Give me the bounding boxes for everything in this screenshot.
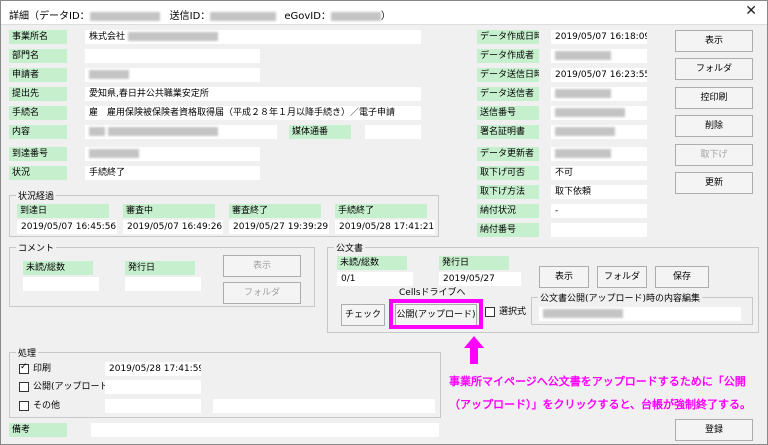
payment-no-field[interactable] [551,223,647,237]
destination-label: 提出先 [9,87,67,101]
publish-date-field[interactable] [105,380,201,394]
progress-step-value: 2019/05/07 16:49:26 [123,220,223,234]
applicant-label: 申請者 [9,68,67,82]
content-label: 内容 [9,125,67,139]
update-button[interactable]: 更新 [675,172,753,194]
updater-field[interactable] [551,147,647,161]
send-no-field[interactable] [551,106,647,120]
status-field[interactable]: 手続終了 [85,166,260,180]
publish-label: 公開(アップロード) [33,382,113,392]
medium-field[interactable] [365,125,421,139]
status-label: 状況 [9,166,67,180]
withdraw-method-label: 取下げ方法 [477,185,539,199]
show-button[interactable]: 表示 [675,30,753,52]
official-docs-title: 公文書 [334,241,366,254]
signer-cert-field[interactable] [551,125,647,139]
arrival-no-label: 到達番号 [9,147,67,161]
folder-button[interactable]: フォルダ [675,58,753,80]
procedure-label: 手続名 [9,106,67,120]
other-label: その他 [33,401,61,411]
annotation-line-2: （アップロード）」をクリックすると、台帳が強制終了する。 [449,398,752,411]
withdraw-ok-field[interactable]: 不可 [551,166,647,180]
dept-field[interactable] [85,49,260,63]
progress-step-value: 2019/05/28 17:41:21 [335,220,435,234]
progress-step-label: 審査終了 [229,204,321,218]
remarks-field[interactable] [91,423,439,437]
arrival-no-field[interactable] [85,147,260,161]
payment-status-label: 納付状況 [477,204,539,218]
sent-at-label: データ送信日時 [477,68,539,82]
office-label: 事業所名 [9,30,67,44]
print-label: 印刷 [33,364,52,374]
signer-cert-label: 署名証明書 [477,125,539,139]
dept-label: 部門名 [9,49,67,63]
comment-issue-label: 発行日 [125,261,195,275]
annotation-line-1: 事業所マイページへ公文書をアップロードするために「公開 [449,375,746,388]
withdraw-ok-label: 取下げ可否 [477,166,539,180]
window-title: 詳細（データID： 送信ID： eGovID：） [9,11,391,22]
office-field[interactable]: 株式会社 [85,30,421,44]
docs-unread-field: 0/1 [337,272,413,286]
detail-window: 詳細（データID： 送信ID： eGovID：） ✕ 事業所名 株式会社 部門名 … [0,0,768,445]
sender-label: データ送信者 [477,87,539,101]
procedure-field[interactable]: 雇 雇用保険被保険者資格取得届（平成２８年１月以降手続き）／電子申請 [85,106,421,120]
docs-show-button[interactable]: 表示 [539,266,589,288]
cells-drive-label: Cellsドライブへ [399,288,466,298]
other-checkbox[interactable] [19,401,29,411]
comment-title: コメント [16,241,57,254]
withdraw-method-field[interactable]: 取下依頼 [551,185,647,199]
publish-edit-title: 公文書公開(アップロード)時の内容編集 [538,291,703,304]
docs-folder-button[interactable]: フォルダ [597,266,647,288]
process-title: 処理 [16,346,39,359]
sent-at-field[interactable]: 2019/05/07 16:23:55 [551,68,647,82]
print-date-field[interactable]: 2019/05/28 17:41:59 [105,362,201,376]
docs-unread-label: 未読/総数 [337,256,407,270]
creator-label: データ作成者 [477,49,539,63]
check-button[interactable]: チェック [341,304,385,326]
send-no-label: 送信番号 [477,106,539,120]
delete-button[interactable]: 削除 [675,115,753,137]
progress-step-value: 2019/05/27 19:39:29 [229,220,329,234]
progress-title: 状況経過 [16,189,57,202]
select-mode-checkbox[interactable] [485,307,495,317]
progress-step-label: 到達日 [17,204,109,218]
progress-step-label: 審査中 [123,204,215,218]
register-button[interactable]: 登録 [675,419,753,441]
publish-checkbox[interactable] [19,382,29,392]
medium-label: 媒体通番 [289,125,351,139]
payment-no-label: 納付番号 [477,223,539,237]
title-bar: 詳細（データID： 送信ID： eGovID：） ✕ [1,1,767,25]
other-date-field[interactable] [105,399,201,413]
comment-show-button[interactable]: 表示 [223,255,301,277]
annotation-arrow-icon [464,336,484,364]
applicant-field[interactable] [85,68,260,82]
created-at-field[interactable]: 2019/05/07 16:18:09 [551,30,647,44]
content-field[interactable] [85,125,277,139]
docs-save-button[interactable]: 保存 [655,266,709,288]
progress-step-label: 手続終了 [335,204,427,218]
progress-step-value: 2019/05/07 16:45:56 [17,220,117,234]
withdraw-button[interactable]: 取下げ [675,144,753,166]
payment-status-field[interactable]: - [551,204,647,218]
select-mode-label: 選択式 [499,307,527,317]
remarks-label: 備考 [9,423,67,437]
updater-label: データ更新者 [477,147,539,161]
docs-issue-label: 発行日 [439,256,509,270]
other-note-field[interactable] [213,399,435,413]
publish-edit-field[interactable] [539,307,741,321]
comment-unread-label: 未読/総数 [23,261,93,275]
destination-field[interactable]: 愛知県,春日井公共職業安定所 [85,87,421,101]
creator-field[interactable] [551,49,647,63]
sender-field[interactable] [551,87,647,101]
comment-unread-field [23,277,99,291]
publish-highlight-box [389,299,483,329]
close-icon[interactable]: ✕ [745,3,757,19]
comment-issue-field [125,277,201,291]
comment-folder-button[interactable]: フォルダ [223,282,301,304]
created-at-label: データ作成日時 [477,30,539,44]
copy-print-button[interactable]: 控印刷 [675,87,753,109]
docs-issue-field: 2019/05/27 [439,272,521,286]
print-checkbox[interactable] [19,362,29,374]
